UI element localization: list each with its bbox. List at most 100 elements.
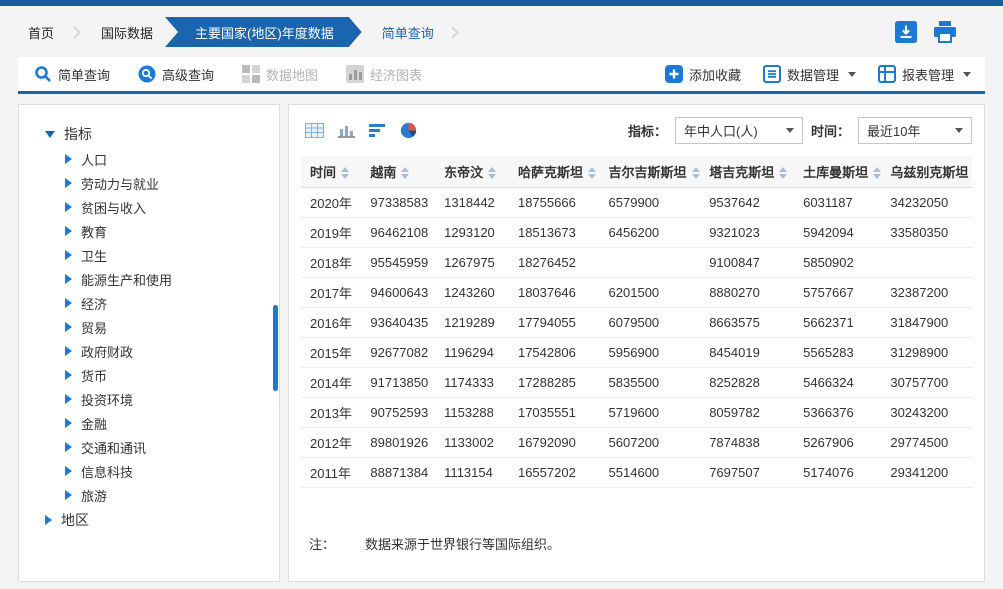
row-year-cell: 2014年 — [301, 367, 361, 397]
value-cell: 95545959 — [361, 247, 435, 277]
sort-icon[interactable] — [341, 167, 349, 179]
value-cell: 8252828 — [700, 367, 794, 397]
add-favorite-label: 添加收藏 — [689, 65, 741, 84]
table-view-icon[interactable] — [305, 123, 324, 138]
table-row[interactable]: 2014年91713850117433317288285583550082528… — [301, 367, 972, 397]
breadcrumb-simple-query[interactable]: 简单查询 — [362, 17, 440, 47]
column-header-6[interactable]: 土库曼斯坦 — [794, 156, 881, 187]
caret-right-icon — [65, 370, 72, 380]
table-row[interactable]: 2017年94600643124326018037646620150088802… — [301, 277, 972, 307]
simple-query-label: 简单查询 — [58, 65, 110, 84]
value-cell: 5267906 — [794, 427, 881, 457]
download-button[interactable] — [895, 21, 917, 43]
sidebar-item-3[interactable]: 教育 — [19, 219, 279, 243]
value-cell: 5174076 — [794, 457, 881, 487]
bar-chart-view-icon[interactable] — [338, 123, 355, 138]
table-row[interactable]: 2015年92677082119629417542806595690084540… — [301, 337, 972, 367]
sidebar-item-7[interactable]: 贸易 — [19, 315, 279, 339]
sidebar-item-11[interactable]: 金融 — [19, 411, 279, 435]
sidebar-root-regions[interactable]: 地区 — [19, 507, 279, 533]
sidebar-item-label: 投资环境 — [81, 390, 133, 409]
table-row[interactable]: 2011年88871384111315416557202551460076975… — [301, 457, 972, 487]
value-cell: 5835500 — [600, 367, 701, 397]
indicator-select[interactable]: 年中人口(人) — [675, 117, 803, 144]
data-map-label: 数据地图 — [266, 65, 318, 84]
table-row[interactable]: 2020年97338583131844218755666657990095376… — [301, 187, 972, 217]
sort-icon[interactable] — [779, 167, 787, 179]
data-management-button[interactable]: 数据管理 — [763, 65, 856, 84]
table-row[interactable]: 2012年89801926113300216792090560720078748… — [301, 427, 972, 457]
view-row: 指标： 年中人口(人) 时间： 最近10年 — [301, 117, 972, 144]
column-header-0[interactable]: 时间 — [301, 156, 361, 187]
advanced-query-button[interactable]: 高级查询 — [138, 65, 214, 84]
caret-right-icon — [65, 490, 72, 500]
pie-chart-view-icon[interactable] — [400, 122, 417, 139]
value-cell: 1293120 — [435, 217, 509, 247]
sidebar-item-label: 贫困与收入 — [81, 198, 146, 217]
table-row[interactable]: 2019年96462108129312018513673645620093210… — [301, 217, 972, 247]
table-note: 注： 数据来源于世界银行等国际组织。 — [301, 534, 972, 567]
table-row[interactable]: 2018年95545959126797518276452910084758509… — [301, 247, 972, 277]
sidebar-item-12[interactable]: 交通和通讯 — [19, 435, 279, 459]
table-body: 2020年97338583131844218755666657990095376… — [301, 187, 972, 487]
column-header-2[interactable]: 东帝汶 — [435, 156, 509, 187]
table-row[interactable]: 2013年90752593115328817035551571960080597… — [301, 397, 972, 427]
table-row[interactable]: 2016年93640435121928917794055607950086635… — [301, 307, 972, 337]
sidebar-item-10[interactable]: 投资环境 — [19, 387, 279, 411]
report-management-button[interactable]: 报表管理 — [878, 65, 971, 84]
time-select[interactable]: 最近10年 — [858, 117, 972, 144]
value-cell: 8880270 — [700, 277, 794, 307]
sort-icon[interactable] — [873, 167, 881, 179]
breadcrumb-international-data[interactable]: 国际数据 — [93, 17, 161, 47]
value-cell: 9100847 — [700, 247, 794, 277]
column-header-3[interactable]: 哈萨克斯坦 — [509, 156, 600, 187]
breadcrumb-annual-data-label: 主要国家(地区)年度数据 — [195, 23, 334, 42]
column-header-label: 乌兹别克斯坦 — [890, 165, 968, 180]
sidebar-root-regions-label: 地区 — [61, 510, 89, 530]
sidebar-item-14[interactable]: 旅游 — [19, 483, 279, 507]
column-header-7[interactable]: 乌兹别克斯坦 — [881, 156, 972, 187]
sidebar-tree-items: 人口劳动力与就业贫困与收入教育卫生能源生产和使用经济贸易政府财政货币投资环境金融… — [19, 147, 279, 507]
sidebar-item-1[interactable]: 劳动力与就业 — [19, 171, 279, 195]
sidebar-item-0[interactable]: 人口 — [19, 147, 279, 171]
column-header-label: 越南 — [370, 165, 396, 180]
sidebar-item-13[interactable]: 信息科技 — [19, 459, 279, 483]
print-icon — [933, 21, 957, 43]
sort-icon[interactable] — [588, 167, 596, 179]
sidebar-item-4[interactable]: 卫生 — [19, 243, 279, 267]
indicator-select-value: 年中人口(人) — [684, 121, 758, 140]
sorted-bar-view-icon[interactable] — [369, 123, 386, 138]
sidebar-item-2[interactable]: 贫困与收入 — [19, 195, 279, 219]
sidebar-item-9[interactable]: 货币 — [19, 363, 279, 387]
column-header-1[interactable]: 越南 — [361, 156, 435, 187]
search-advanced-icon — [138, 65, 156, 83]
sort-icon[interactable] — [401, 167, 409, 179]
breadcrumb-annual-data-active[interactable]: 主要国家(地区)年度数据 — [165, 17, 362, 47]
value-cell: 5942094 — [794, 217, 881, 247]
sidebar-item-label: 旅游 — [81, 486, 107, 505]
column-header-4[interactable]: 吉尔吉斯斯坦 — [600, 156, 701, 187]
data-map-button[interactable]: 数据地图 — [242, 65, 318, 84]
sidebar-root-indicators[interactable]: 指标 — [19, 121, 279, 147]
value-cell: 31847900 — [881, 307, 972, 337]
caret-right-icon — [65, 346, 72, 356]
add-favorite-button[interactable]: 添加收藏 — [665, 65, 741, 84]
sidebar-scrollbar-thumb[interactable] — [273, 305, 278, 391]
sidebar-item-8[interactable]: 政府财政 — [19, 339, 279, 363]
breadcrumb-home[interactable]: 首页 — [20, 17, 62, 47]
value-cell — [881, 247, 972, 277]
sidebar-item-6[interactable]: 经济 — [19, 291, 279, 315]
breadcrumb-international-data-label: 国际数据 — [101, 23, 153, 42]
sort-icon[interactable] — [488, 167, 496, 179]
sidebar-item-5[interactable]: 能源生产和使用 — [19, 267, 279, 291]
value-cell: 17794055 — [509, 307, 600, 337]
caret-right-icon — [65, 394, 72, 404]
column-header-5[interactable]: 塔吉克斯坦 — [700, 156, 794, 187]
indicator-filter-label: 指标： — [628, 121, 667, 140]
sort-icon[interactable] — [692, 167, 700, 179]
header-actions — [895, 21, 957, 43]
note-label: 注： — [309, 534, 335, 553]
economic-charts-button[interactable]: 经济图表 — [346, 65, 422, 84]
simple-query-button[interactable]: 简单查询 — [34, 65, 110, 84]
print-button[interactable] — [933, 21, 957, 43]
